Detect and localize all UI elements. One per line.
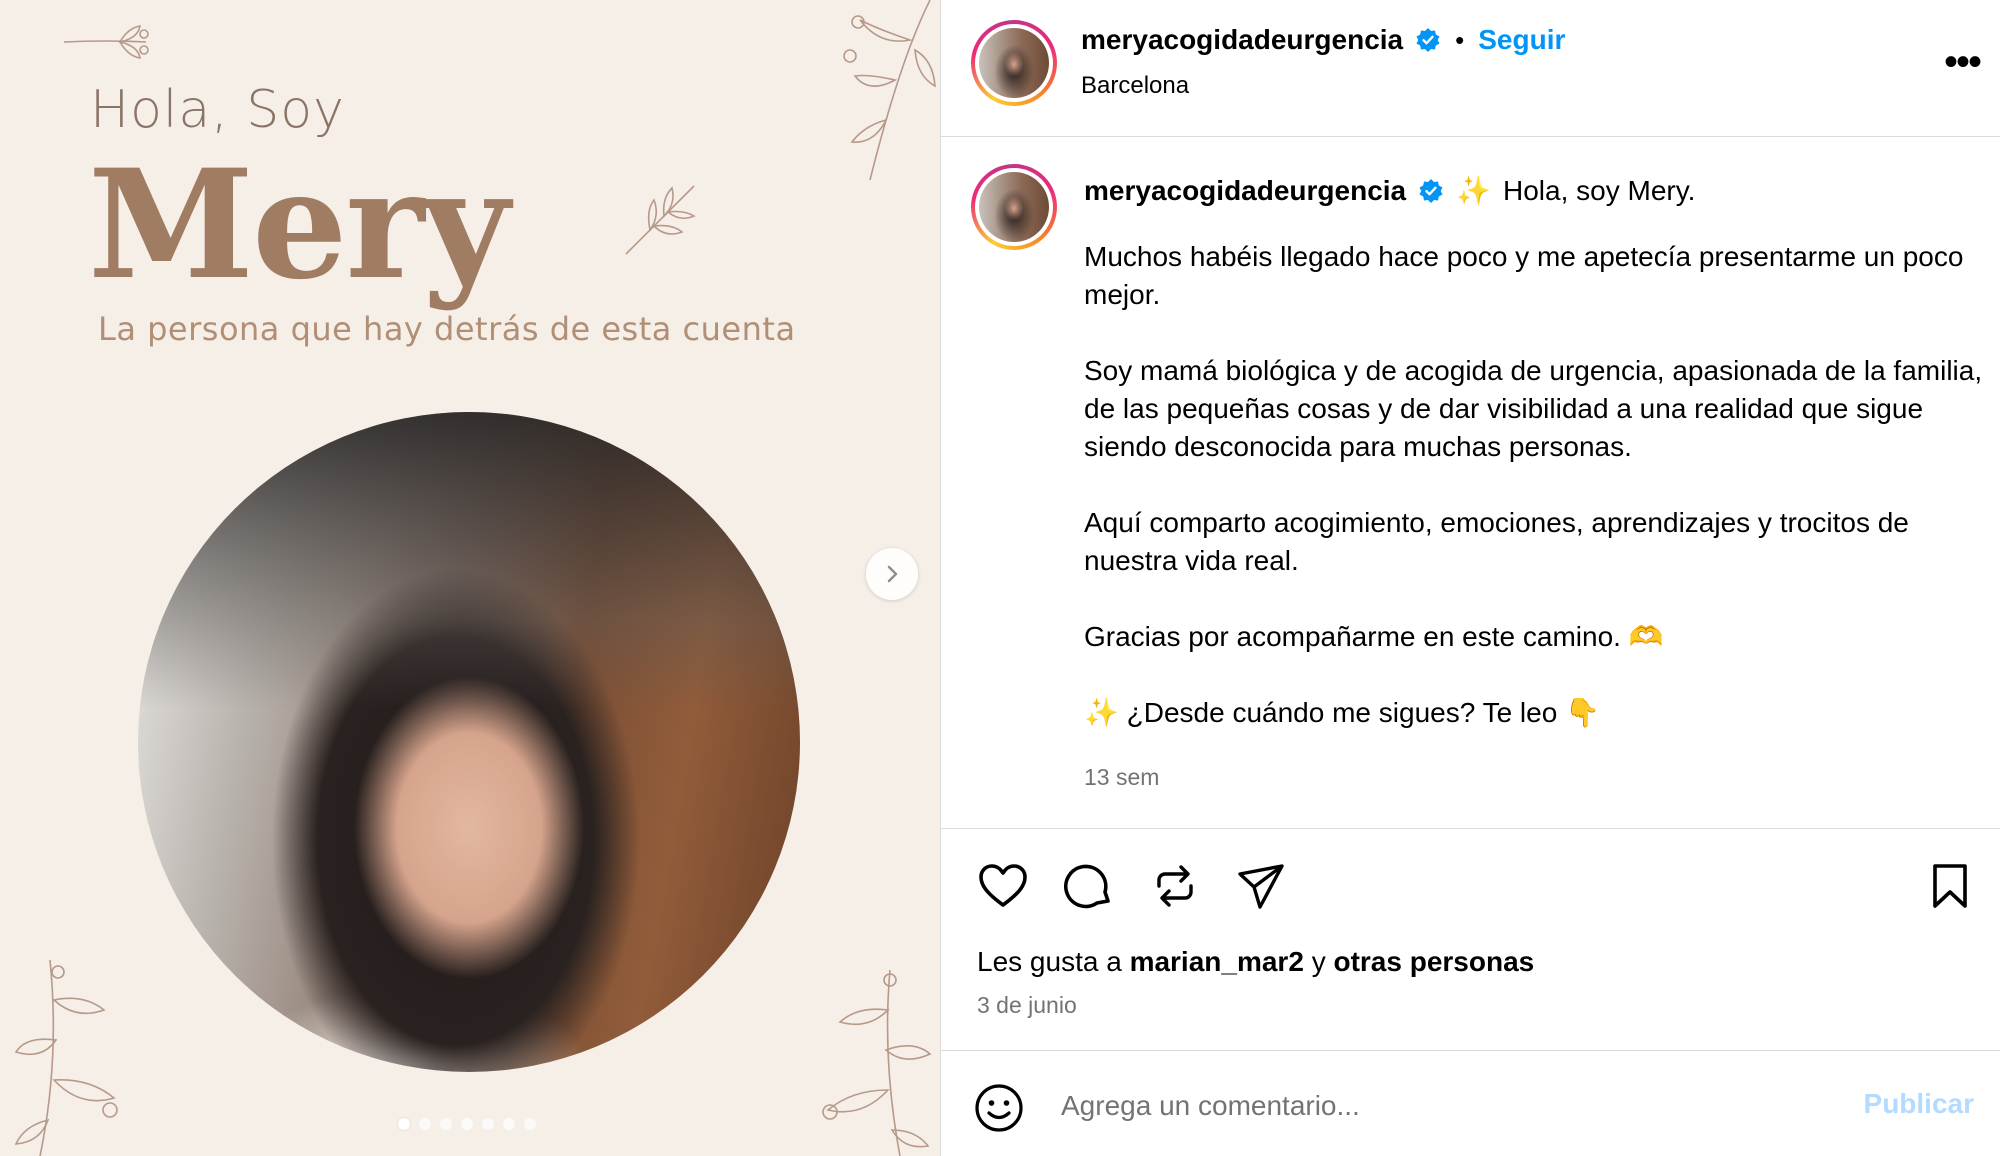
carousel-next-button[interactable] (866, 548, 918, 600)
likes-connector: y (1311, 946, 1326, 977)
likes-others-link[interactable]: otras personas (1333, 946, 1534, 977)
more-horizontal-icon: ••• (1943, 40, 1982, 84)
share-button[interactable] (1233, 858, 1289, 914)
caption-paragraph: Soy mamá biológica y de acogida de urgen… (1084, 355, 1983, 462)
floral-corner-decoration (822, 970, 932, 1156)
chevron-right-icon (887, 565, 898, 583)
comment-box-divider (941, 1050, 2000, 1051)
caption-time-ago[interactable]: 13 sem (1084, 764, 1159, 791)
card-tagline: La persona que hay detrás de esta cuenta (98, 310, 796, 348)
post-panel: meryacogidadeurgencia • Seguir Barcelona… (940, 0, 2000, 1156)
comment-input[interactable] (1061, 1086, 1781, 1126)
carousel-pagination (398, 1118, 536, 1130)
repost-button[interactable] (1147, 858, 1203, 914)
carousel-dot (440, 1118, 452, 1130)
carousel-dot (503, 1118, 515, 1130)
post-date[interactable]: 3 de junio (977, 992, 1077, 1019)
carousel-dot (461, 1118, 473, 1130)
caption-avatar[interactable] (971, 164, 1057, 250)
comment-icon (1064, 864, 1110, 909)
carousel-dot (419, 1118, 431, 1130)
action-bar (975, 858, 1289, 914)
header-separator: • (1455, 24, 1465, 55)
bookmark-icon (1933, 864, 1967, 908)
header-divider (941, 136, 2000, 137)
caption-paragraph: Gracias por acompañarme en este camino. … (1084, 621, 1664, 652)
floral-corner-decoration (14, 960, 118, 1156)
follow-button[interactable]: Seguir (1478, 24, 1565, 56)
author-username[interactable]: meryacogidadeurgencia (1081, 24, 1403, 56)
caption-paragraph: ✨ ¿Desde cuándo me sigues? Te leo 👇 (1084, 697, 1600, 728)
carousel-dot (482, 1118, 494, 1130)
card-greeting: Hola, Soy (90, 80, 345, 140)
save-button[interactable] (1922, 858, 1978, 914)
verified-badge-icon (1419, 179, 1443, 203)
leaf-sprig-decoration (63, 25, 149, 59)
caption-paragraph: Aquí comparto acogimiento, emociones, ap… (1084, 507, 1909, 576)
leaf-sprig-decoration (625, 185, 696, 255)
repost-icon (1157, 865, 1193, 907)
post-location[interactable]: Barcelona (1081, 72, 1189, 100)
likes-summary: Les gusta a marian_mar2 y otras personas (977, 946, 1534, 978)
card-name-title: Mery (88, 137, 510, 313)
carousel-dot (524, 1118, 536, 1130)
photo-background-light (138, 412, 800, 709)
sparkles-icon: ✨ (1456, 175, 1491, 206)
floral-corner-decoration (843, 0, 936, 180)
comment-form: Publicar (941, 1052, 2000, 1156)
verified-badge-icon (1416, 28, 1440, 52)
post-header: meryacogidadeurgencia • Seguir (1081, 24, 1565, 56)
more-options-button[interactable]: ••• (1943, 40, 1982, 84)
caption-username[interactable]: meryacogidadeurgencia (1084, 172, 1406, 210)
comment-button[interactable] (1061, 858, 1117, 914)
send-icon (1238, 864, 1284, 909)
like-button[interactable] (975, 858, 1031, 914)
post-caption: meryacogidadeurgencia ✨ Hola, soy Mery. … (1084, 172, 1984, 732)
profile-photo (138, 412, 800, 1072)
post-media-carousel[interactable]: Hola, Soy Mery La persona que hay detrás… (0, 0, 940, 1156)
caption-paragraph: Muchos habéis llegado hace poco y me ape… (1084, 241, 1964, 310)
author-avatar[interactable] (971, 20, 1057, 106)
heart-icon (979, 864, 1027, 907)
publish-comment-button[interactable]: Publicar (1864, 1088, 1974, 1120)
liker-username[interactable]: marian_mar2 (1130, 946, 1304, 977)
likes-prefix: Les gusta a (977, 946, 1122, 977)
emoji-picker-button[interactable] (973, 1082, 1025, 1139)
smiley-icon (975, 1084, 1023, 1132)
comments-divider (941, 828, 2000, 829)
carousel-dot (398, 1118, 410, 1130)
caption-intro: Hola, soy Mery. (1503, 175, 1696, 206)
